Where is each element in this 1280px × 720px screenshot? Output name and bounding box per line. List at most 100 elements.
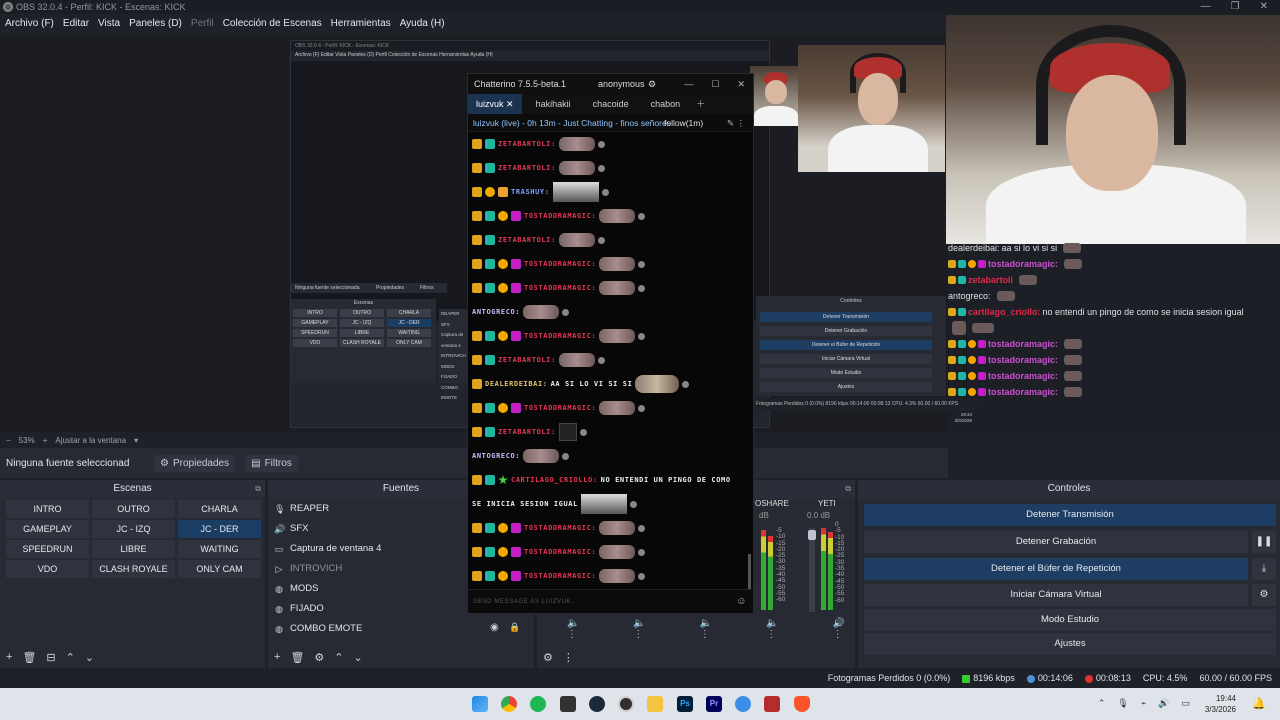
close-button[interactable]: ✕ (1260, 0, 1268, 14)
reply-icon[interactable] (597, 164, 605, 172)
dock-float-icon[interactable]: ⧉ (255, 480, 261, 498)
chatterino-window[interactable]: Chatterino 7.5.5-beta.1 anonymous ⚙ — ☐ ✕ … (467, 73, 754, 614)
reply-icon[interactable] (601, 188, 609, 196)
scene-libre[interactable]: LIBRE (92, 540, 175, 558)
chat-username[interactable]: ZETABARTOLI: (498, 428, 556, 436)
scene-intro[interactable]: INTRO (6, 500, 89, 518)
menu-paneles[interactable]: Paneles (D) (129, 14, 182, 34)
chat-message[interactable]: ANTOGRECO: (472, 300, 752, 324)
chat-message[interactable]: ZETABARTOLI: (472, 228, 752, 252)
chat-message[interactable]: TOSTADORAMAGIC: (472, 564, 752, 588)
tab-hakihakii[interactable]: hakihakii (528, 94, 579, 114)
chat-message[interactable]: ZETABARTOLI: (472, 156, 752, 180)
speaker-icon[interactable]: 🔈⋮ (633, 618, 655, 640)
scene-clash-royale[interactable]: CLASH ROYALE (92, 560, 175, 578)
tab-chacoide[interactable]: chacoide (585, 94, 637, 114)
photoshop-icon[interactable]: Ps (677, 696, 693, 712)
chat-username[interactable]: TOSTADORAMAGIC: (524, 284, 596, 292)
chat-username[interactable]: ANTOGRECO: (472, 308, 520, 316)
wifi-icon[interactable]: ⌁ (1141, 698, 1146, 709)
chat-message[interactable]: CARTILAGO_CRIOLLO: NO ENTENDI UN PINGO DE… (472, 468, 752, 492)
chevron-down-icon[interactable]: ▾ (134, 436, 138, 445)
chat-message[interactable]: TOSTADORAMAGIC: (472, 276, 752, 300)
add-scene-button[interactable]: + (6, 651, 12, 664)
chat-message[interactable]: TOSTADORAMAGIC: (472, 396, 752, 420)
chat-username[interactable]: TOSTADORAMAGIC: (524, 212, 596, 220)
chat-username[interactable]: TRASHUY: (511, 188, 550, 196)
chatterino-icon[interactable] (735, 696, 751, 712)
reply-icon[interactable] (579, 428, 587, 436)
add-source-button[interactable]: + (274, 651, 280, 664)
reply-icon[interactable] (629, 500, 637, 508)
chat-username[interactable]: ZETABARTOLI: (498, 356, 556, 364)
scene-vdo[interactable]: VDO (6, 560, 89, 578)
reply-icon[interactable] (638, 284, 646, 292)
tab-luizvuk[interactable]: luizvuk ✕ (468, 94, 522, 114)
chat-username[interactable]: TOSTADORAMAGIC: (524, 524, 596, 532)
volume-slider[interactable] (808, 528, 816, 612)
menu-archivo[interactable]: Archivo (F) (5, 14, 54, 34)
menu-coleccion-escenas[interactable]: Colección de Escenas (223, 14, 322, 34)
reply-icon[interactable] (682, 380, 690, 388)
stop-replay-buffer-button[interactable]: Detener el Búfer de Repetición (864, 558, 1248, 580)
scene-speedrun[interactable]: SPEEDRUN (6, 540, 89, 558)
premiere-icon[interactable]: Pr (706, 696, 722, 712)
scene-jc-der[interactable]: JC - DER (178, 520, 261, 538)
settings-button[interactable]: Ajustes (864, 633, 1276, 655)
chat-message[interactable]: SE INICIA SESION IGUAL (472, 492, 752, 516)
source-mods[interactable]: ◍ MODS (274, 580, 318, 598)
spotify-icon[interactable] (530, 696, 546, 712)
mic-icon[interactable]: 🎙 (1117, 698, 1128, 709)
chat-input[interactable]: SEND MESSAGE AS LUIZVUK... ☺ (468, 589, 753, 613)
properties-button[interactable]: ⚙ Propiedades (154, 454, 236, 472)
dock-float-icon[interactable]: ⧉ (845, 480, 851, 498)
chat-message[interactable]: TOSTADORAMAGIC: (472, 540, 752, 564)
maximize-button[interactable]: ❐ (1231, 0, 1240, 14)
steam-icon[interactable] (589, 696, 605, 712)
chat-username[interactable]: ANTOGRECO: (472, 452, 520, 460)
scene-waiting[interactable]: WAITING (178, 540, 261, 558)
chat-message[interactable]: TOSTADORAMAGIC: (472, 204, 752, 228)
gear-icon[interactable]: ⚙ (648, 74, 656, 94)
advanced-audio-icon[interactable]: ⚙ (543, 651, 553, 664)
add-tab-button[interactable]: ＋ (688, 94, 713, 114)
scene-only-cam[interactable]: ONLY CAM (178, 560, 261, 578)
source-combo-emote[interactable]: ◍ COMBO EMOTE (274, 620, 362, 638)
chat-scrollbar[interactable] (748, 554, 751, 590)
reply-icon[interactable] (597, 356, 605, 364)
chat-message[interactable]: TOSTADORAMAGIC: (472, 252, 752, 276)
trash-icon[interactable]: 🗑 (290, 651, 304, 664)
follow-mode-label[interactable]: follow(1m) (664, 114, 703, 132)
chrome-icon[interactable] (501, 696, 517, 712)
chat-username[interactable]: CARTILAGO_CRIOLLO: (511, 476, 598, 484)
move-up-icon[interactable]: ⌃ (66, 651, 75, 664)
minimize-button[interactable]: — (684, 74, 693, 94)
reply-icon[interactable] (638, 524, 646, 532)
reply-icon[interactable] (638, 404, 646, 412)
source-introvich[interactable]: ▷ INTROVICH (274, 560, 343, 578)
reply-icon[interactable] (638, 332, 646, 340)
gear-icon[interactable]: ⚙ (314, 651, 324, 664)
brave-icon[interactable] (794, 696, 810, 712)
speaker-icon[interactable]: 🔈⋮ (567, 618, 589, 640)
scene-jc-izq[interactable]: JC - IZQ (92, 520, 175, 538)
chat-username[interactable]: TOSTADORAMAGIC: (524, 572, 596, 580)
reply-icon[interactable] (638, 212, 646, 220)
chat-message[interactable]: ZETABARTOLI: (472, 420, 752, 444)
zoom-out-button[interactable]: − (6, 436, 11, 445)
source-captura-ventana[interactable]: ▭ Captura de ventana 4 (274, 540, 382, 558)
account-label[interactable]: anonymous (598, 74, 645, 94)
pause-icon[interactable]: ❚❚ (1252, 531, 1276, 553)
minimize-button[interactable]: — (1201, 0, 1211, 14)
chat-message[interactable]: ANTOGRECO: (472, 444, 752, 468)
reply-icon[interactable] (562, 452, 570, 460)
eye-icon[interactable]: ◉ (490, 622, 499, 633)
stop-record-button[interactable]: Detener Grabación (864, 531, 1248, 553)
zoom-fit-label[interactable]: Ajustar a la ventana (55, 436, 126, 445)
speaker-icon[interactable]: 🔊⋮ (833, 618, 855, 640)
chevron-up-icon[interactable]: ⌃ (1098, 698, 1106, 709)
close-button[interactable]: ✕ (737, 74, 745, 94)
filter-icon[interactable]: ⊟ (46, 651, 55, 664)
chat-username[interactable]: DEALERDEIBAI: (485, 380, 548, 388)
chat-username[interactable]: TOSTADORAMAGIC: (524, 260, 596, 268)
